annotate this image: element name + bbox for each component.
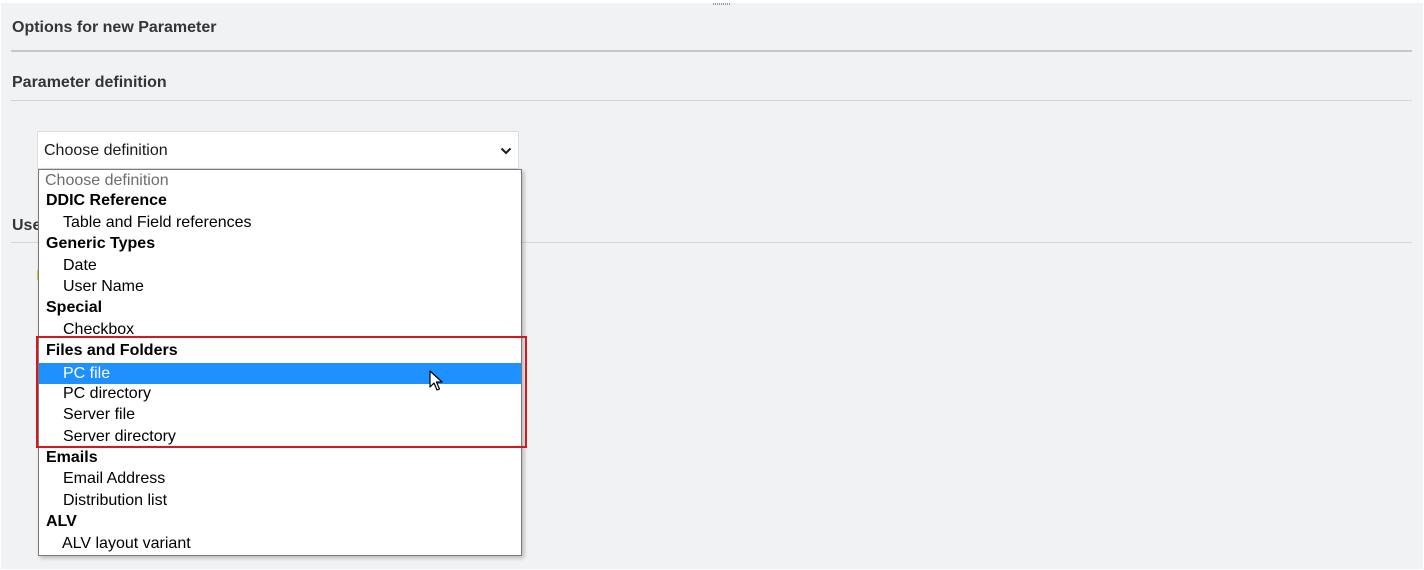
optgroup-generic-types: Generic Types [46,235,156,252]
option-server-file[interactable]: Server file [39,404,521,425]
optgroup-emails: Emails [46,449,98,466]
option-checkbox[interactable]: Checkbox [39,319,521,340]
option-placeholder[interactable]: Choose definition [39,170,521,191]
option-email-address[interactable]: Email Address [39,468,521,489]
optgroup-special: Special [46,299,103,316]
option-distribution-list[interactable]: Distribution list [39,490,521,511]
resize-grip-icon[interactable] [713,3,730,5]
section-title-partial: Use [12,217,42,234]
section-title: Parameter definition [12,74,167,91]
definition-dropdown-list[interactable]: Choose definition DDIC Reference Table a… [38,169,522,556]
definition-select-value: Choose definition [44,142,168,159]
option-pc-directory[interactable]: PC directory [39,383,521,404]
optgroup-files-and-folders: Files and Folders [46,342,178,359]
option-pc-file[interactable]: PC file [39,363,521,384]
option-table-field-references[interactable]: Table and Field references [39,212,521,233]
chevron-down-icon [500,147,512,155]
definition-select[interactable]: Choose definition [37,131,519,169]
option-alv-layout-variant[interactable]: ALV layout variant [39,533,521,554]
optgroup-alv: ALV [46,513,77,530]
optgroup-ddic-reference: DDIC Reference [46,192,167,209]
section-divider [11,100,1412,101]
title-divider [11,50,1412,52]
option-user-name[interactable]: User Name [39,276,521,297]
mouse-pointer-icon [429,370,443,391]
page-title: Options for new Parameter [12,19,217,36]
option-date[interactable]: Date [39,255,521,276]
option-server-directory[interactable]: Server directory [39,426,521,447]
